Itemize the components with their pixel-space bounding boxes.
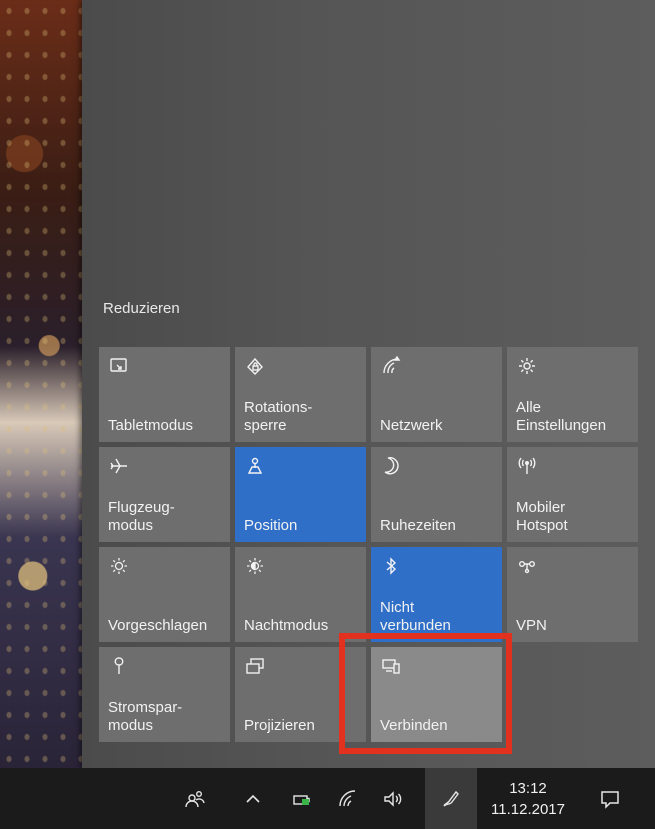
collapse-link[interactable]: Reduzieren	[103, 300, 180, 317]
notification-icon[interactable]	[590, 768, 630, 829]
tile-label: Position	[244, 517, 298, 534]
system-clock[interactable]: 13:12 11.12.2017	[484, 778, 572, 820]
tile-battery-saver[interactable]: Stromspar- modus	[99, 647, 230, 742]
tile-brightness[interactable]: Vorgeschlagen	[99, 547, 230, 642]
tile-airplane-mode[interactable]: Flugzeug- modus	[99, 447, 230, 542]
brightness-icon	[109, 556, 131, 578]
clock-date: 11.12.2017	[491, 801, 565, 818]
rotation-lock-icon	[245, 356, 267, 378]
wifi-icon[interactable]	[332, 768, 364, 829]
bluetooth-icon	[381, 556, 403, 578]
settings-gear-icon	[517, 356, 539, 378]
tile-quiet-hours[interactable]: Ruhezeiten	[371, 447, 502, 542]
tile-rotation-lock[interactable]: Rotations- sperre	[235, 347, 366, 442]
location-icon	[245, 456, 267, 478]
tile-night-light[interactable]: Nachtmodus	[235, 547, 366, 642]
tile-label: Mobiler Hotspot	[516, 499, 568, 534]
night-light-icon	[245, 556, 267, 578]
chevron-up-icon[interactable]	[238, 768, 268, 829]
vpn-icon	[517, 556, 539, 578]
tile-all-settings[interactable]: Alle Einstellungen	[507, 347, 638, 442]
tile-mobile-hotspot[interactable]: Mobiler Hotspot	[507, 447, 638, 542]
tile-label: Rotations- sperre	[244, 399, 313, 434]
project-icon	[245, 656, 267, 678]
tile-label: Alle Einstellungen	[516, 399, 607, 434]
battery-icon[interactable]	[286, 768, 318, 829]
tile-network[interactable]: Netzwerk	[371, 347, 502, 442]
network-icon	[381, 355, 403, 378]
tile-label: Vorgeschlagen	[108, 617, 208, 634]
tile-label: Ruhezeiten	[380, 517, 456, 534]
wallpaper-pattern	[0, 0, 82, 768]
tablet-mode-icon	[109, 356, 131, 378]
tile-bluetooth[interactable]: Nicht verbunden	[371, 547, 502, 642]
moon-icon	[381, 456, 403, 478]
tile-label: Stromspar- modus	[108, 699, 183, 734]
tile-label: Flugzeug- modus	[108, 499, 175, 534]
tile-tablet-mode[interactable]: Tabletmodus	[99, 347, 230, 442]
tile-label: Tabletmodus	[108, 417, 194, 434]
tile-location[interactable]: Position	[235, 447, 366, 542]
tile-label: Netzwerk	[380, 417, 443, 434]
volume-icon[interactable]	[376, 768, 410, 829]
clock-time: 13:12	[509, 780, 547, 797]
desktop-wallpaper	[0, 0, 82, 768]
hotspot-icon	[517, 456, 539, 478]
action-center-panel: Reduzieren Tabletmodus Rotations- sperre…	[82, 0, 655, 768]
taskbar: 13:12 11.12.2017	[0, 768, 655, 829]
red-highlight-box	[339, 633, 512, 754]
airplane-icon	[109, 456, 131, 478]
tile-label: VPN	[516, 617, 547, 634]
pen-workspace-icon[interactable]	[425, 768, 477, 829]
people-icon[interactable]	[178, 768, 212, 829]
battery-saver-icon	[109, 656, 131, 678]
tile-vpn[interactable]: VPN	[507, 547, 638, 642]
tile-label: Nicht verbunden	[380, 599, 451, 634]
